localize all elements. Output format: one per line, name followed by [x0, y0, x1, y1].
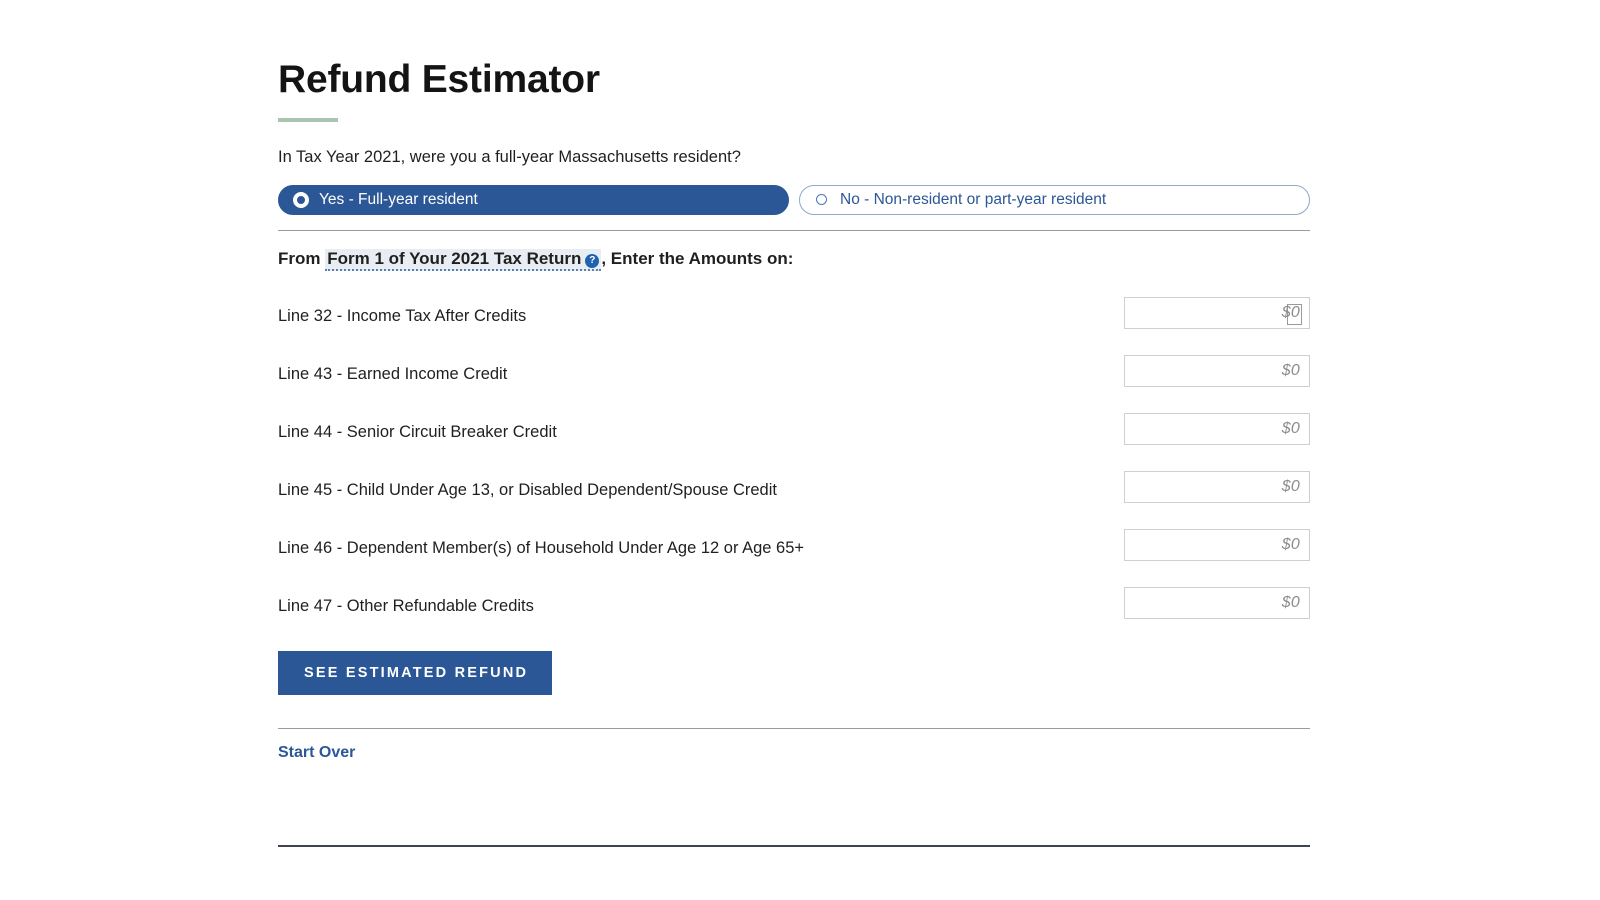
residency-options-group: Yes - Full-year resident No - Non-reside… — [278, 184, 1310, 215]
page-title: Refund Estimator — [278, 58, 600, 101]
line-44-amount-input[interactable]: $0 — [1124, 412, 1310, 445]
line-item-label: Line 44 - Senior Circuit Breaker Credit — [278, 422, 557, 441]
form-1-tooltip-link-label: Form 1 of Your 2021 Tax Return — [327, 248, 582, 268]
line-item-label: Line 46 - Dependent Member(s) of Househo… — [278, 538, 805, 557]
line-43-amount-placeholder: $0 — [1281, 361, 1300, 379]
line-item-row: Line 32 - Income Tax After Credits $0 — [278, 296, 1310, 355]
form-1-tooltip-link[interactable]: Form 1 of Your 2021 Tax Return? — [325, 248, 602, 271]
line-47-amount-input[interactable]: $0 — [1124, 586, 1310, 619]
page-bottom-divider — [278, 845, 1310, 847]
line-item-label: Line 47 - Other Refundable Credits — [278, 596, 534, 615]
start-over-section: Start Over — [278, 728, 1310, 762]
start-over-link[interactable]: Start Over — [278, 744, 355, 762]
question-mark-help-icon[interactable]: ? — [585, 253, 600, 268]
line-46-amount-placeholder: $0 — [1281, 535, 1300, 553]
divider-above-form-heading — [278, 229, 1310, 231]
radio-selected-icon — [293, 191, 309, 208]
line-item-row: Line 46 - Dependent Member(s) of Househo… — [278, 528, 1310, 587]
from-suffix: , Enter the Amounts on: — [601, 248, 794, 268]
line-item-label: Line 32 - Income Tax After Credits — [278, 306, 527, 325]
line-45-amount-placeholder: $0 — [1281, 477, 1300, 495]
line-46-amount-input[interactable]: $0 — [1124, 528, 1310, 561]
residency-question-prompt: In Tax Year 2021, were you a full-year M… — [278, 147, 741, 166]
line-item-row: Line 44 - Senior Circuit Breaker Credit … — [278, 412, 1310, 471]
line-item-row: Line 43 - Earned Income Credit $0 — [278, 354, 1310, 413]
divider-above-start-over — [278, 728, 1310, 730]
line-32-amount-input[interactable]: $0 — [1124, 296, 1310, 329]
line-44-amount-placeholder: $0 — [1281, 419, 1300, 437]
residency-option-no[interactable]: No - Non-resident or part-year resident — [799, 184, 1310, 215]
refund-estimator-page: Refund Estimator In Tax Year 2021, were … — [0, 0, 1600, 900]
from-prefix: From — [278, 248, 321, 268]
see-estimated-refund-button[interactable]: SEE ESTIMATED REFUND — [278, 650, 553, 696]
line-item-label: Line 43 - Earned Income Credit — [278, 364, 508, 383]
title-accent-rule — [278, 117, 338, 122]
line-item-label: Line 45 - Child Under Age 13, or Disable… — [278, 480, 777, 499]
residency-option-yes[interactable]: Yes - Full-year resident — [278, 184, 789, 215]
from-form-heading: From Form 1 of Your 2021 Tax Return?, En… — [278, 247, 1310, 271]
line-47-amount-placeholder: $0 — [1281, 593, 1300, 611]
line-items-list: Line 32 - Income Tax After Credits $0 Li… — [278, 296, 1310, 645]
line-item-row: Line 45 - Child Under Age 13, or Disable… — [278, 470, 1310, 529]
radio-unselected-icon — [816, 194, 827, 206]
line-45-amount-input[interactable]: $0 — [1124, 470, 1310, 503]
residency-option-yes-label: Yes - Full-year resident — [319, 190, 478, 208]
content-column: Refund Estimator In Tax Year 2021, were … — [278, 0, 1310, 762]
line-32-amount-placeholder: $0 — [1281, 303, 1300, 321]
line-43-amount-input[interactable]: $0 — [1124, 354, 1310, 387]
line-item-row: Line 47 - Other Refundable Credits $0 — [278, 586, 1310, 645]
residency-option-no-label: No - Non-resident or part-year resident — [840, 190, 1107, 208]
